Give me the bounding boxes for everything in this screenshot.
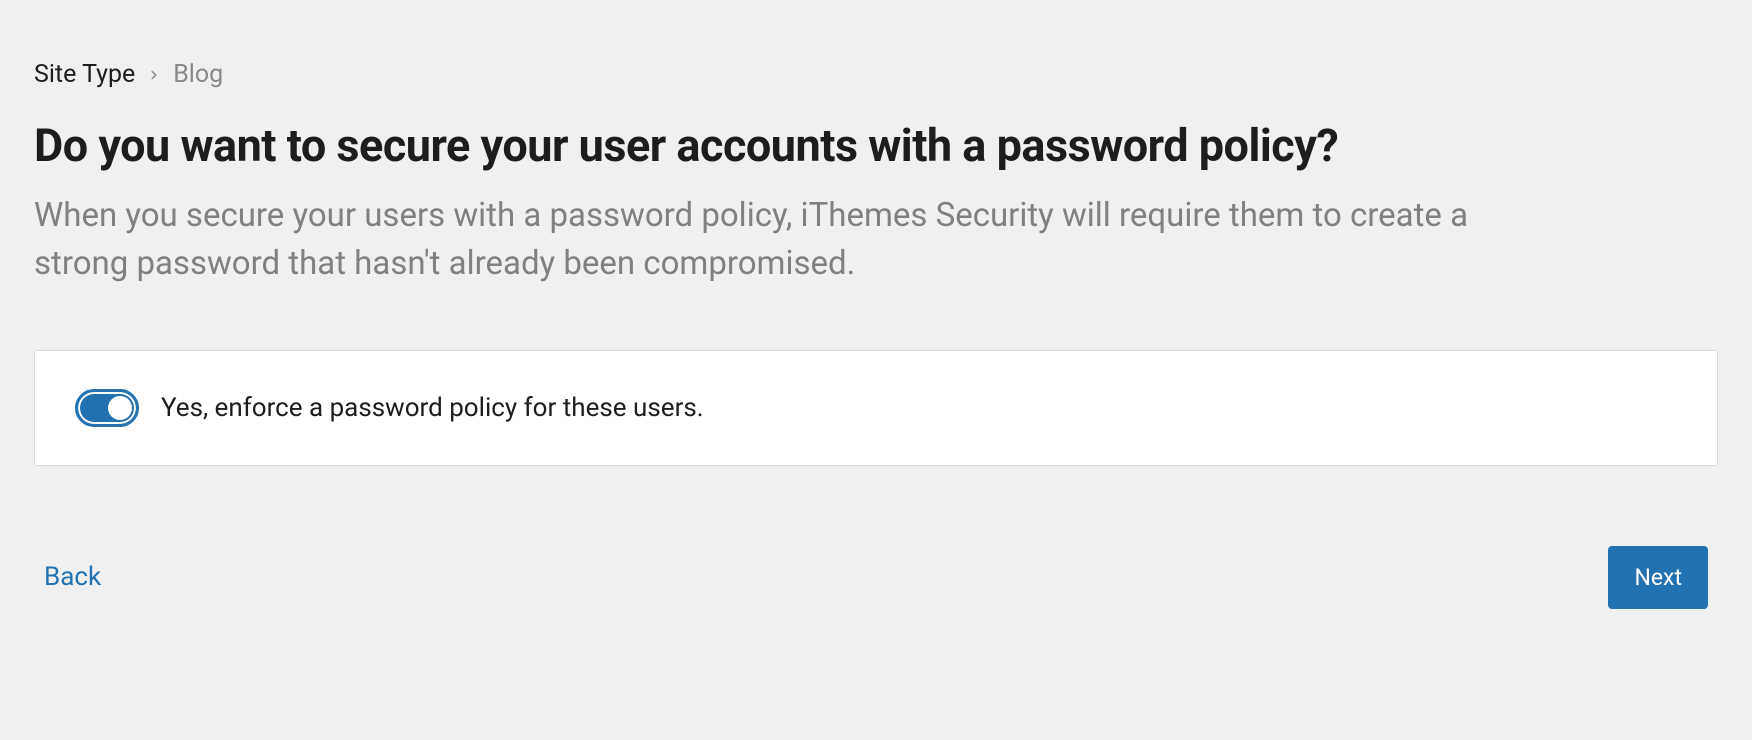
enforce-policy-toggle[interactable] (75, 389, 139, 427)
enforce-policy-label: Yes, enforce a password policy for these… (161, 393, 704, 423)
chevron-right-icon (147, 68, 161, 82)
breadcrumb-current: Blog (173, 60, 223, 89)
back-button[interactable]: Back (44, 562, 101, 592)
next-button[interactable]: Next (1608, 546, 1708, 609)
breadcrumb-parent[interactable]: Site Type (34, 60, 135, 89)
breadcrumb: Site Type Blog (34, 60, 1718, 89)
footer-navigation: Back Next (34, 546, 1718, 609)
toggle-knob (108, 396, 132, 420)
password-policy-option: Yes, enforce a password policy for these… (34, 350, 1718, 466)
page-title: Do you want to secure your user accounts… (34, 119, 1718, 172)
page-description: When you secure your users with a passwo… (34, 192, 1554, 288)
